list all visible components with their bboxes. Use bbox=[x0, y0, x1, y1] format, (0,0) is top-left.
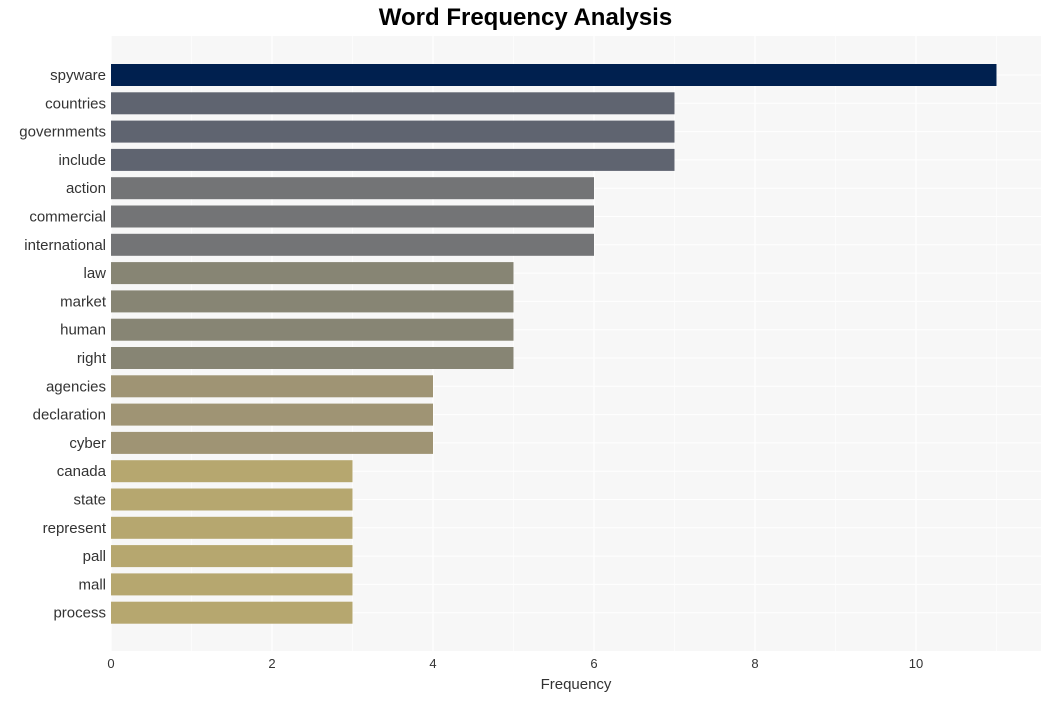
bar-cyber bbox=[111, 431, 433, 454]
y-tick-label: market bbox=[60, 293, 107, 310]
y-tick-label: pall bbox=[83, 548, 106, 565]
y-tick-label: human bbox=[60, 322, 106, 339]
x-tick-label: 6 bbox=[590, 656, 597, 671]
bar-right bbox=[111, 347, 514, 369]
x-tick-label: 0 bbox=[107, 656, 114, 671]
bar-chart: spyware countries governments include action… bbox=[19, 36, 1041, 693]
bar-market bbox=[111, 290, 514, 313]
y-tick-label: spyware bbox=[50, 67, 106, 84]
y-tick-label: governments bbox=[19, 124, 106, 141]
bar-process bbox=[111, 601, 353, 624]
y-tick-label: right bbox=[77, 350, 107, 367]
y-tick-label: include bbox=[58, 152, 106, 169]
bar-human bbox=[111, 318, 514, 341]
bar-declaration bbox=[111, 403, 433, 426]
y-tick-label: countries bbox=[45, 95, 106, 112]
y-tick-label: law bbox=[83, 265, 106, 282]
y-tick-label: state bbox=[73, 492, 106, 509]
bar-spyware bbox=[111, 64, 997, 86]
bar-mall bbox=[111, 573, 353, 596]
y-tick-label: action bbox=[66, 180, 106, 197]
x-axis-label: Frequency bbox=[541, 676, 612, 693]
bar-state bbox=[111, 488, 353, 511]
bar-governments bbox=[111, 120, 675, 143]
x-tick-label: 10 bbox=[909, 656, 923, 671]
bar-commercial bbox=[111, 205, 594, 228]
bar-represent bbox=[111, 516, 353, 539]
x-tick-label: 8 bbox=[751, 656, 758, 671]
y-tick-labels: spyware countries governments include action… bbox=[19, 67, 107, 622]
x-tick-label: 4 bbox=[429, 656, 436, 671]
bar-canada bbox=[111, 460, 353, 483]
bar-agencies bbox=[111, 375, 433, 398]
y-tick-label: international bbox=[24, 237, 106, 254]
bar-include bbox=[111, 148, 675, 171]
y-tick-label: commercial bbox=[29, 209, 106, 226]
bar-law bbox=[111, 262, 514, 285]
x-tick-labels: 0 2 4 6 8 10 bbox=[107, 656, 923, 671]
x-tick-label: 2 bbox=[268, 656, 275, 671]
bar-international bbox=[111, 233, 594, 256]
y-tick-label: declaration bbox=[33, 407, 106, 424]
y-tick-label: mall bbox=[78, 576, 106, 593]
y-tick-label: agencies bbox=[46, 378, 106, 395]
bar-pall bbox=[111, 545, 353, 568]
y-tick-label: cyber bbox=[69, 435, 106, 452]
bar-countries bbox=[111, 92, 675, 115]
y-tick-label: represent bbox=[43, 520, 107, 537]
y-tick-label: process bbox=[53, 605, 106, 622]
y-tick-label: canada bbox=[57, 463, 107, 480]
bar-action bbox=[111, 177, 594, 200]
